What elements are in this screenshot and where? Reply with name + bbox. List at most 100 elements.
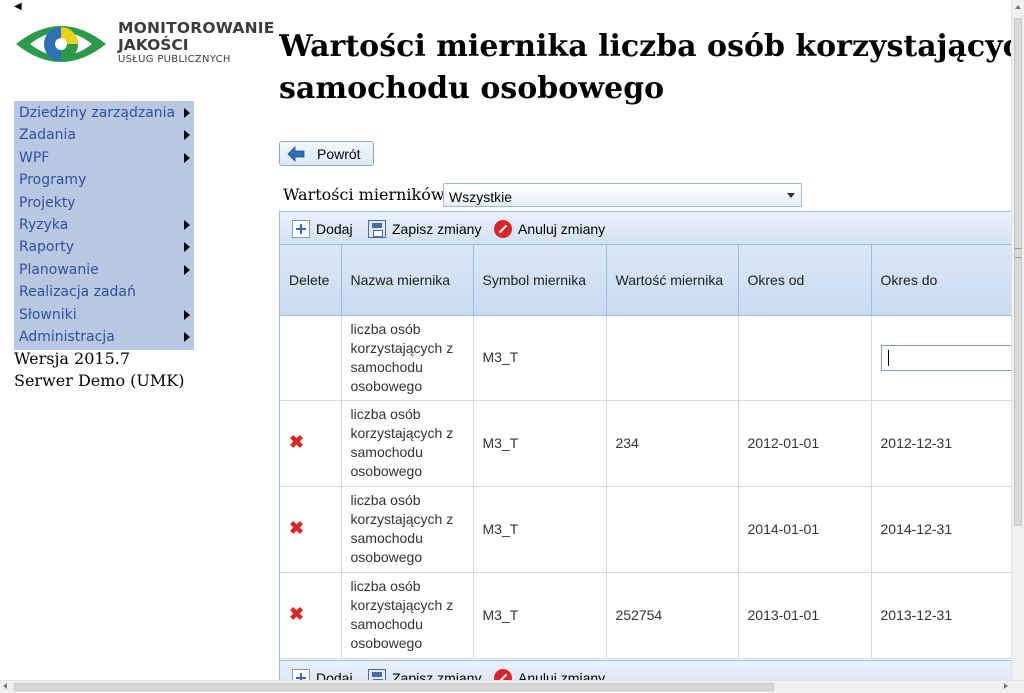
cell-from[interactable] <box>738 315 871 400</box>
back-arrow-icon <box>287 146 305 162</box>
sidebar-item-dziedziny[interactable]: Dziedziny zarządzania <box>14 102 194 124</box>
sidebar-item-label: Raporty <box>19 239 74 255</box>
cell-name[interactable]: liczba osób korzystających z samochodu o… <box>341 315 473 400</box>
delete-row-icon[interactable]: ✖ <box>289 433 304 451</box>
version-info: Wersja 2015.7 Serwer Demo (UMK) <box>14 348 184 392</box>
cell-value[interactable] <box>606 486 738 572</box>
horizontal-scrollbar[interactable] <box>0 680 1024 693</box>
save-changes-button[interactable]: Zapisz zmiany <box>368 220 483 238</box>
sidebar-menu: Dziedziny zarządzania Zadania WPF Progra… <box>14 101 194 350</box>
date-to-input[interactable] <box>881 345 1024 371</box>
submenu-arrow-icon <box>184 310 190 320</box>
submenu-arrow-icon <box>184 220 190 230</box>
cancel-button-label: Anuluj zmiany <box>518 220 605 238</box>
grid-toolbar-top: Dodaj Zapisz zmiany Anuluj zmiany <box>280 211 1024 245</box>
submenu-arrow-icon <box>184 332 190 342</box>
submenu-arrow-icon <box>184 265 190 275</box>
sidebar-item-label: Projekty <box>19 195 76 211</box>
cancel-changes-button[interactable]: Anuluj zmiany <box>494 220 609 238</box>
cell-from[interactable]: 2012-01-01 <box>738 400 871 486</box>
page-title-line1: Wartości miernika liczba osób korzystają… <box>279 26 1024 68</box>
values-grid: Dodaj Zapisz zmiany Anuluj zmiany Delete… <box>279 211 1024 683</box>
cell-to[interactable]: 2012-12-31 <box>871 400 1024 486</box>
eye-logo-icon <box>14 18 108 70</box>
sidebar-item-planowanie[interactable]: Planowanie <box>14 259 194 281</box>
version-label: Wersja 2015.7 <box>14 348 184 370</box>
chevron-down-icon <box>787 193 795 198</box>
cell-symbol[interactable]: M3_T <box>473 572 606 658</box>
cell-value[interactable]: 252754 <box>606 572 738 658</box>
cell-symbol[interactable]: M3_T <box>473 400 606 486</box>
back-button[interactable]: Powrót <box>279 141 374 166</box>
cell-from[interactable]: 2013-01-01 <box>738 572 871 658</box>
column-header-to[interactable]: Okres do <box>871 245 1024 315</box>
column-header-delete[interactable]: Delete <box>280 245 341 315</box>
values-table: Delete Nazwa miernika Symbol miernika Wa… <box>280 245 1024 659</box>
cell-value[interactable] <box>606 315 738 400</box>
cell-to[interactable]: 2014-12-31 <box>871 486 1024 572</box>
column-header-symbol[interactable]: Symbol miernika <box>473 245 606 315</box>
vertical-scroll-thumb[interactable] <box>1014 18 1022 526</box>
cell-to[interactable]: 2013-12-31 <box>871 572 1024 658</box>
sidebar-item-programy[interactable]: Programy <box>14 169 194 191</box>
sidebar-item-zadania[interactable]: Zadania <box>14 124 194 146</box>
sidebar-item-label: Administracja <box>19 329 115 345</box>
filter-label: Wartości mierników <box>283 185 445 204</box>
sidebar-item-label: Ryzyka <box>19 217 68 233</box>
sidebar-item-ryzyka[interactable]: Ryzyka <box>14 214 194 236</box>
table-row: ✖ liczba osób korzystających z samochodu… <box>280 572 1024 658</box>
submenu-arrow-icon <box>184 108 190 118</box>
sidebar-item-wpf[interactable]: WPF <box>14 147 194 169</box>
column-header-from[interactable]: Okres od <box>738 245 871 315</box>
scroll-up-icon[interactable] <box>1015 5 1021 9</box>
sidebar-item-label: Dziedziny zarządzania <box>19 105 175 121</box>
logo-line1: MONITOROWANIE <box>118 20 275 37</box>
cancel-icon <box>494 220 512 238</box>
cell-delete: ✖ <box>280 400 341 486</box>
sidebar-item-raporty[interactable]: Raporty <box>14 236 194 258</box>
sidebar-item-administracja[interactable]: Administracja <box>14 326 194 348</box>
filter-select[interactable]: Wszystkie <box>443 183 802 207</box>
submenu-arrow-icon <box>184 153 190 163</box>
cell-name[interactable]: liczba osób korzystających z samochodu o… <box>341 572 473 658</box>
cell-symbol[interactable]: M3_T <box>473 486 606 572</box>
cell-from[interactable]: 2014-01-01 <box>738 486 871 572</box>
save-icon <box>368 220 386 238</box>
scroll-grip-icon <box>1015 248 1021 258</box>
add-icon <box>292 220 310 238</box>
cell-name[interactable]: liczba osób korzystających z samochodu o… <box>341 486 473 572</box>
sidebar-item-label: Zadania <box>19 127 76 143</box>
table-row: liczba osób korzystających z samochodu o… <box>280 315 1024 400</box>
scroll-right-icon[interactable] <box>1004 683 1008 689</box>
cell-symbol[interactable]: M3_T <box>473 315 606 400</box>
delete-row-icon[interactable]: ✖ <box>289 519 304 537</box>
sidebar-item-label: Słowniki <box>19 307 77 323</box>
vertical-scrollbar[interactable] <box>1011 0 1024 680</box>
scroll-left-icon[interactable] <box>3 683 7 689</box>
sidebar-item-realizacja[interactable]: Realizacja zadań <box>14 281 194 303</box>
add-button-label: Dodaj <box>316 220 353 238</box>
page-title-line2: samochodu osobowego <box>279 68 1024 110</box>
cell-delete: ✖ <box>280 486 341 572</box>
page-title: Wartości miernika liczba osób korzystają… <box>279 26 1024 110</box>
back-button-label: Powrót <box>317 146 361 162</box>
sidebar-item-label: Realizacja zadań <box>19 284 136 300</box>
sidebar-item-slowniki[interactable]: Słowniki <box>14 304 194 326</box>
logo-line3: USŁUG PUBLICZNYCH <box>118 54 275 66</box>
column-header-value[interactable]: Wartość miernika <box>606 245 738 315</box>
cell-delete: ✖ <box>280 572 341 658</box>
add-button[interactable]: Dodaj <box>292 220 356 238</box>
cell-name[interactable]: liczba osób korzystających z samochodu o… <box>341 400 473 486</box>
sidebar-item-projekty[interactable]: Projekty <box>14 192 194 214</box>
logo: MONITOROWANIE JAKOŚCI USŁUG PUBLICZNYCH <box>14 18 272 72</box>
submenu-arrow-icon <box>184 130 190 140</box>
horizontal-scroll-thumb[interactable] <box>14 683 774 691</box>
delete-row-icon[interactable]: ✖ <box>289 605 304 623</box>
table-row: ✖ liczba osób korzystających z samochodu… <box>280 486 1024 572</box>
cell-to <box>871 315 1024 400</box>
cell-value[interactable]: 234 <box>606 400 738 486</box>
column-header-name[interactable]: Nazwa miernika <box>341 245 473 315</box>
table-header-row: Delete Nazwa miernika Symbol miernika Wa… <box>280 245 1024 315</box>
save-button-label: Zapisz zmiany <box>392 220 481 238</box>
filter-selected-value: Wszystkie <box>449 189 512 205</box>
